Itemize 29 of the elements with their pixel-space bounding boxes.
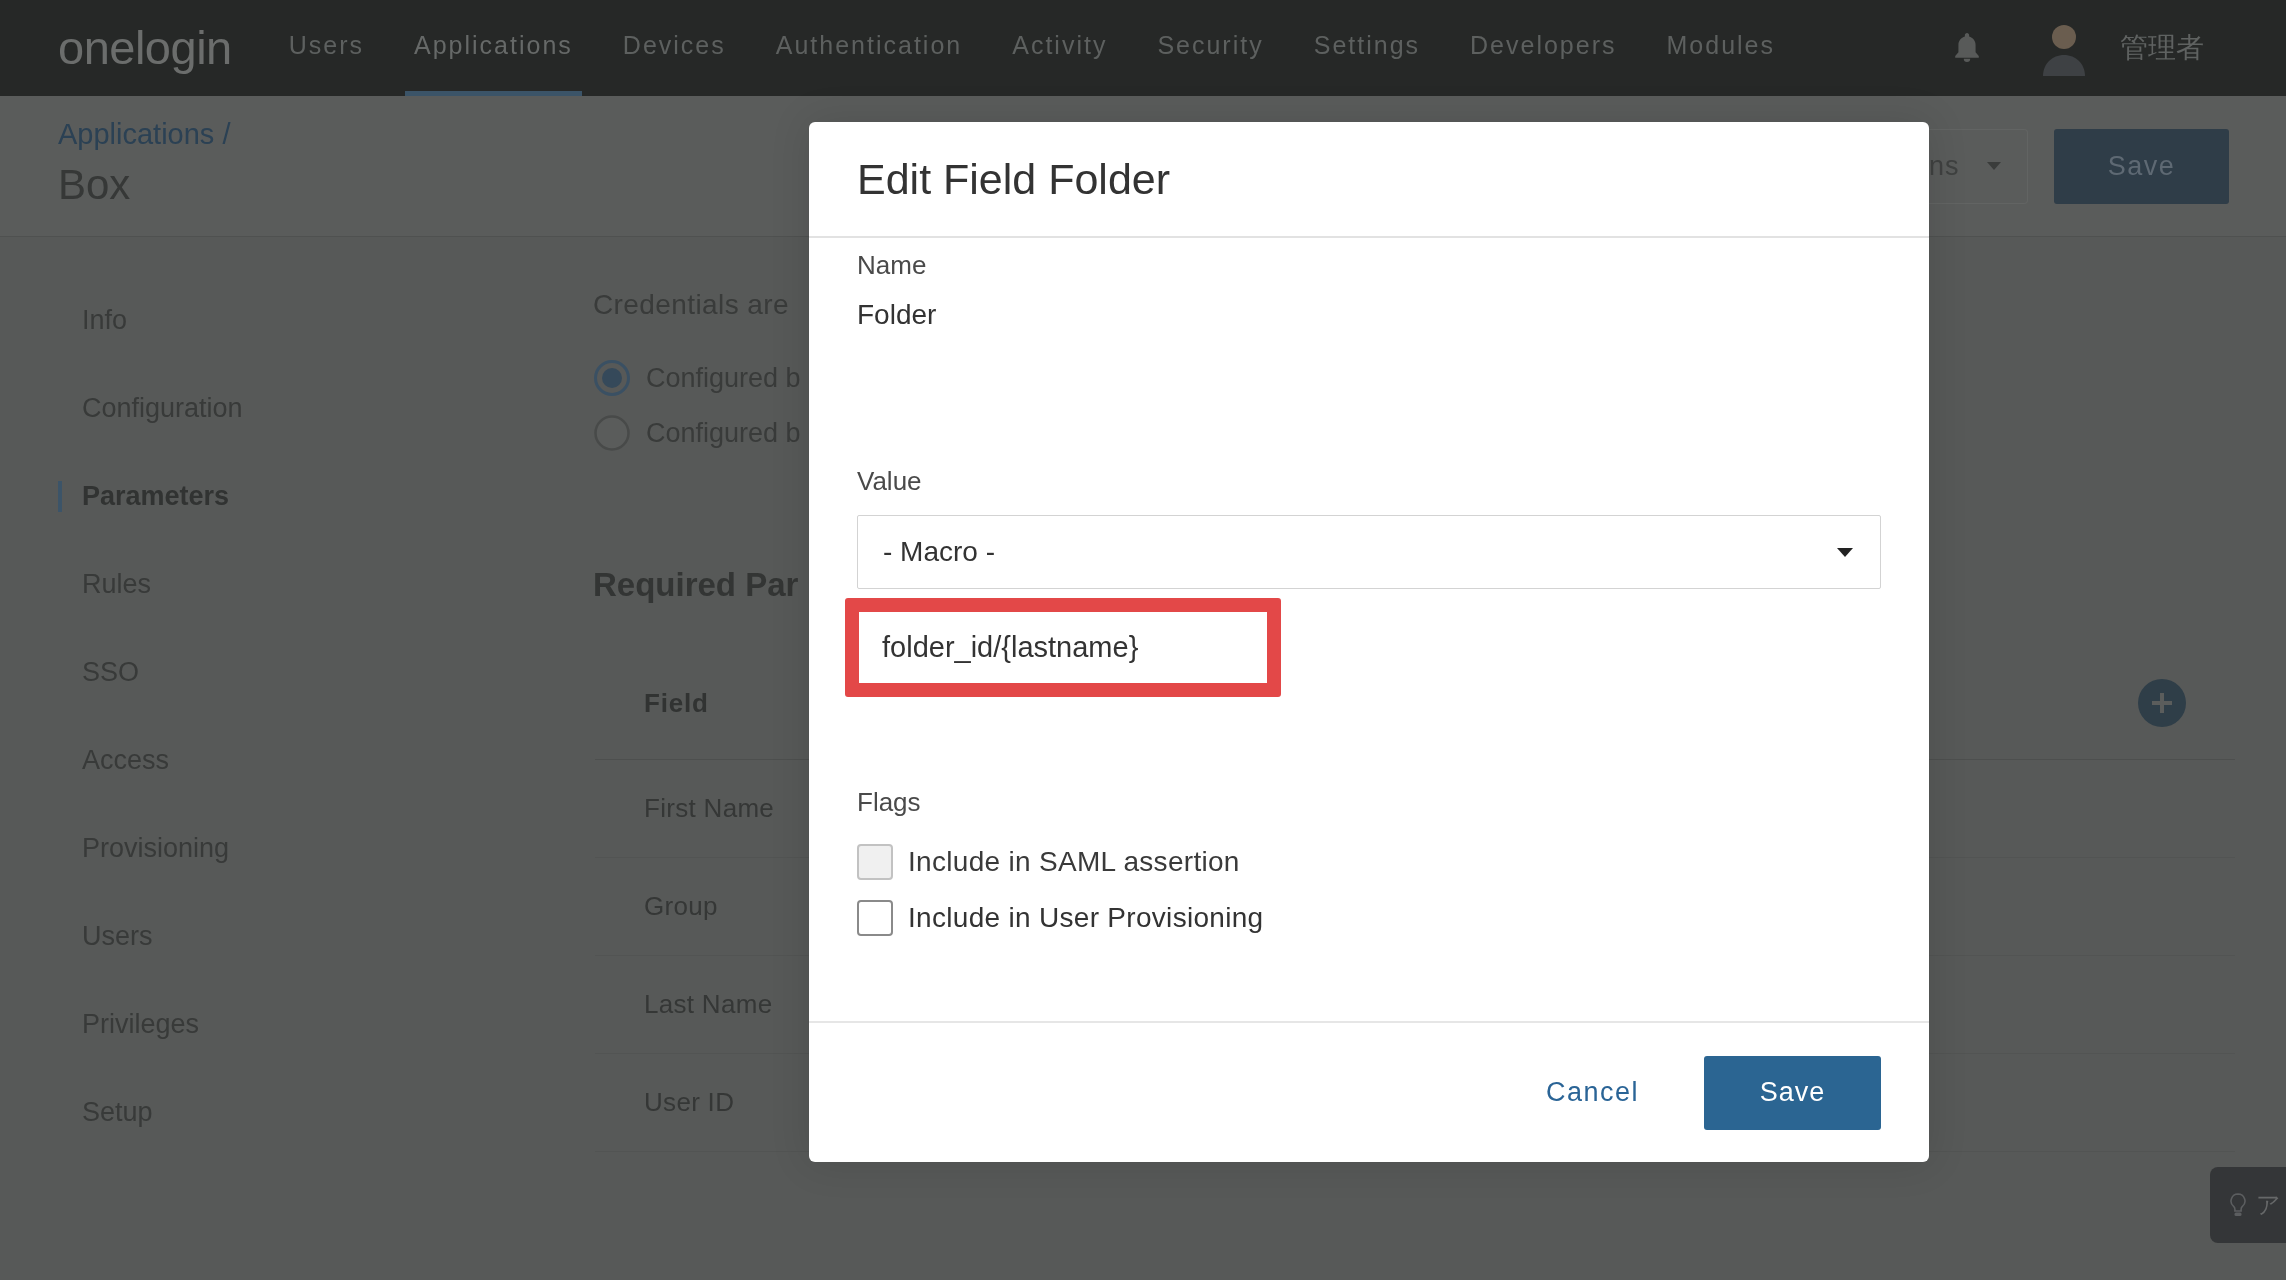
caret-icon bbox=[1837, 547, 1853, 557]
lightbulb-icon bbox=[2230, 1193, 2246, 1217]
user-name[interactable]: 管理者 bbox=[2120, 29, 2204, 67]
checkbox-label: Include in SAML assertion bbox=[908, 846, 1240, 878]
save-button[interactable]: Save bbox=[1704, 1055, 1881, 1130]
checkbox-label: Include in User Provisioning bbox=[908, 902, 1264, 934]
checkbox[interactable] bbox=[857, 900, 893, 936]
value-select[interactable]: - Macro - bbox=[857, 515, 1881, 589]
field-label: Value bbox=[857, 466, 922, 496]
add-button[interactable] bbox=[2138, 679, 2186, 727]
nav-tab[interactable]: Modules bbox=[1657, 0, 1784, 96]
field-value: Folder bbox=[857, 299, 937, 331]
nav-tab[interactable]: Devices bbox=[613, 0, 735, 96]
radio-button[interactable] bbox=[594, 360, 630, 396]
nav-tab[interactable]: Activity bbox=[1003, 0, 1117, 96]
nav-tab[interactable]: Security bbox=[1148, 0, 1273, 96]
caret-icon bbox=[1986, 162, 2001, 170]
text-input[interactable]: folder_id/{lastname} bbox=[845, 598, 1281, 697]
field-label: Flags bbox=[857, 787, 921, 817]
plus-icon bbox=[2152, 693, 2172, 713]
nav-tab[interactable]: Developers bbox=[1461, 0, 1626, 96]
nav-tab[interactable]: Users bbox=[279, 0, 373, 96]
logo[interactable]: onelogin bbox=[58, 21, 232, 75]
bell-icon[interactable] bbox=[1954, 33, 1980, 63]
cancel-button[interactable]: Cancel bbox=[1531, 1065, 1653, 1120]
dialog-title: Edit Field Folder bbox=[857, 154, 1171, 204]
nav-tab[interactable]: Authentication bbox=[766, 0, 972, 96]
field-label: Name bbox=[857, 250, 927, 280]
nav-tab[interactable]: Settings bbox=[1304, 0, 1430, 96]
